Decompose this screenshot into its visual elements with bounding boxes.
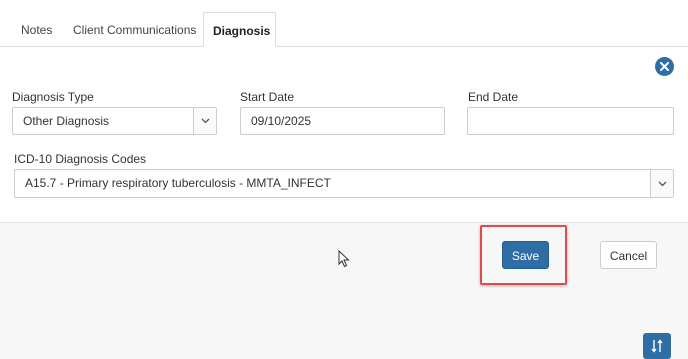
icd10-label: ICD-10 Diagnosis Codes — [14, 152, 147, 166]
start-date-input[interactable] — [240, 107, 445, 135]
tab-bar: Notes Client Communications Diagnosis — [0, 12, 688, 47]
sort-icon — [651, 339, 663, 353]
mouse-cursor-icon — [338, 250, 350, 268]
end-date-input[interactable] — [467, 107, 674, 135]
tab-notes[interactable]: Notes — [21, 12, 52, 46]
close-icon — [660, 62, 669, 71]
start-date-label: Start Date — [240, 90, 295, 104]
diagnosis-type-value: Other Diagnosis — [23, 114, 110, 128]
icd10-value: A15.7 - Primary respiratory tuberculosis… — [25, 176, 331, 190]
tab-diagnosis[interactable]: Diagnosis — [203, 12, 276, 47]
divider — [0, 222, 688, 223]
diagnosis-type-select[interactable]: Other Diagnosis — [12, 107, 217, 135]
tab-client-communications[interactable]: Client Communications — [73, 12, 196, 46]
chevron-down-icon — [193, 108, 216, 134]
save-button[interactable]: Save — [502, 241, 549, 269]
cancel-button[interactable]: Cancel — [600, 241, 657, 269]
sort-button[interactable] — [643, 333, 671, 359]
diagnosis-panel: Notes Client Communications Diagnosis Di… — [0, 0, 688, 223]
end-date-label: End Date — [468, 90, 519, 104]
diagnosis-type-label: Diagnosis Type — [12, 90, 94, 104]
close-button[interactable] — [655, 57, 674, 76]
chevron-down-icon — [650, 170, 673, 197]
icd10-select[interactable]: A15.7 - Primary respiratory tuberculosis… — [14, 169, 674, 198]
